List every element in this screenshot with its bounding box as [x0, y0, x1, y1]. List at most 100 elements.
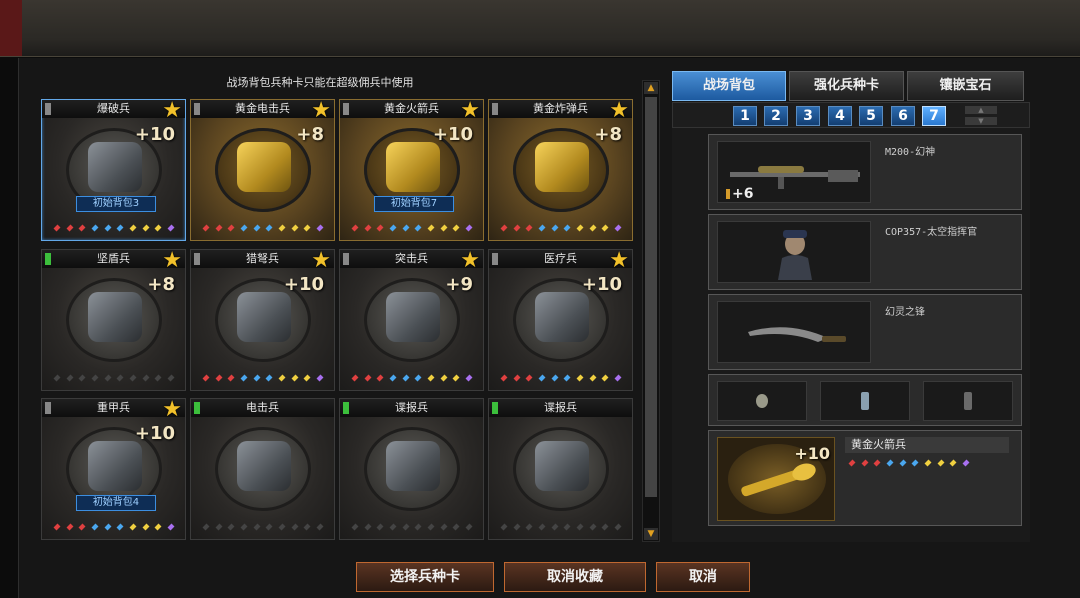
gem-icon [240, 374, 248, 382]
throwables-slot [708, 374, 1022, 426]
card-gem-row [500, 523, 622, 533]
equipped-card-slot[interactable]: +10 黄金火箭兵 [708, 430, 1022, 526]
soldier-card[interactable]: 谍报兵 [488, 398, 633, 540]
soldier-card[interactable]: 黄金炸弹兵 ★ +8 [488, 99, 633, 241]
gem-icon [78, 224, 86, 232]
gem-icon [129, 374, 137, 382]
scroll-down-icon[interactable]: ▼ [644, 528, 658, 540]
gem-icon [500, 224, 508, 232]
card-item-image [535, 142, 589, 192]
card-gem-row [351, 224, 473, 234]
grenade-icon [756, 394, 768, 408]
page-button[interactable]: 5 [859, 106, 883, 126]
star-icon: ★ [460, 98, 480, 123]
gem-icon [104, 224, 112, 232]
gem-icon [563, 523, 571, 531]
melee-weapon-slot[interactable]: 幻灵之锋 [708, 294, 1022, 370]
scroll-thumb[interactable] [645, 97, 657, 497]
cancel-button[interactable]: 取消 [656, 562, 750, 592]
star-icon: ★ [162, 397, 182, 422]
scroll-up-icon[interactable]: ▲ [644, 82, 658, 94]
gem-icon [576, 374, 584, 382]
gem-icon [303, 224, 311, 232]
soldier-card[interactable]: 坚盾兵 ★ +8 [41, 249, 186, 391]
gem-icon [402, 374, 410, 382]
page-button[interactable]: 1 [733, 106, 757, 126]
grenade-slot-2[interactable] [820, 381, 910, 421]
gem-icon [389, 224, 397, 232]
soldier-card[interactable]: 猎弩兵 ★ +10 [190, 249, 335, 391]
page-button[interactable]: 2 [764, 106, 788, 126]
gem-icon [291, 224, 299, 232]
page-button[interactable]: 7 [922, 106, 946, 126]
card-scrollbar[interactable]: ▲ ▼ [642, 80, 660, 542]
soldier-card[interactable]: 谍报兵 [339, 398, 484, 540]
tab-inlay-gem[interactable]: 镶嵌宝石 [907, 71, 1024, 101]
gem-icon [278, 523, 286, 531]
page-button[interactable]: 6 [891, 106, 915, 126]
soldier-card[interactable]: 突击兵 ★ +9 [339, 249, 484, 391]
grenade-slot-1[interactable] [717, 381, 807, 421]
soldier-card[interactable]: 爆破兵 ★ +10 初始背包3 [41, 99, 186, 241]
gem-icon [899, 459, 907, 467]
gem-icon [253, 224, 261, 232]
grenade-slot-3[interactable] [923, 381, 1013, 421]
card-level: +8 [594, 124, 622, 145]
soldier-card[interactable]: 医疗兵 ★ +10 [488, 249, 633, 391]
gem-icon [278, 374, 286, 382]
gem-icon [167, 374, 175, 382]
page-button[interactable]: 4 [828, 106, 852, 126]
card-item-image [535, 292, 589, 342]
page-button[interactable]: 3 [796, 106, 820, 126]
star-icon: ★ [162, 248, 182, 273]
gem-icon [440, 523, 448, 531]
character-slot[interactable]: COP357-太空指挥官 [708, 214, 1022, 290]
card-status-tag [492, 253, 498, 265]
star-icon: ★ [460, 248, 480, 273]
card-item-image [386, 142, 440, 192]
gem-icon [538, 374, 546, 382]
gem-icon [91, 374, 99, 382]
notice-text: 战场背包兵种卡只能在超级佣兵中使用 [226, 76, 414, 89]
gem-icon [427, 224, 435, 232]
gem-icon [500, 374, 508, 382]
card-title: 谍报兵 [489, 399, 632, 417]
gem-icon [265, 523, 273, 531]
card-status-tag [343, 253, 349, 265]
tab-enhance-card[interactable]: 强化兵种卡 [789, 71, 904, 101]
card-status-tag [194, 253, 200, 265]
gem-icon [538, 523, 546, 531]
unfavorite-button[interactable]: 取消收藏 [504, 562, 646, 592]
primary-weapon-slot[interactable]: +6 M200-幻神 [708, 134, 1022, 210]
gem-icon [91, 523, 99, 531]
card-item-image [237, 441, 291, 491]
card-status-tag [45, 103, 51, 115]
card-gem-row [53, 523, 175, 533]
star-icon: ★ [162, 98, 182, 123]
card-gem-row [202, 224, 324, 234]
gem-icon [848, 459, 856, 467]
gem-icon [601, 523, 609, 531]
gem-icon [513, 523, 521, 531]
pager-down-icon[interactable]: ▼ [965, 117, 997, 125]
select-card-button[interactable]: 选择兵种卡 [356, 562, 494, 592]
pager-up-icon[interactable]: ▲ [965, 106, 997, 114]
gem-icon [303, 374, 311, 382]
card-level: +8 [147, 274, 175, 295]
soldier-card[interactable]: 黄金火箭兵 ★ +10 初始背包7 [339, 99, 484, 241]
gem-icon [525, 523, 533, 531]
gem-icon [551, 523, 559, 531]
gem-icon [364, 224, 372, 232]
tab-battle-backpack[interactable]: 战场背包 [672, 71, 786, 101]
gem-icon [227, 523, 235, 531]
soldier-card[interactable]: 黄金电击兵 ★ +8 [190, 99, 335, 241]
soldier-card[interactable]: 电击兵 [190, 398, 335, 540]
character-name: COP357-太空指挥官 [885, 227, 978, 238]
gem-icon [414, 224, 422, 232]
card-gem-row [53, 374, 175, 384]
soldier-card[interactable]: 重甲兵 ★ +10 初始背包4 [41, 398, 186, 540]
card-title: 谍报兵 [340, 399, 483, 417]
card-status-tag [343, 402, 349, 414]
gem-icon [66, 523, 74, 531]
gem-icon [351, 374, 359, 382]
